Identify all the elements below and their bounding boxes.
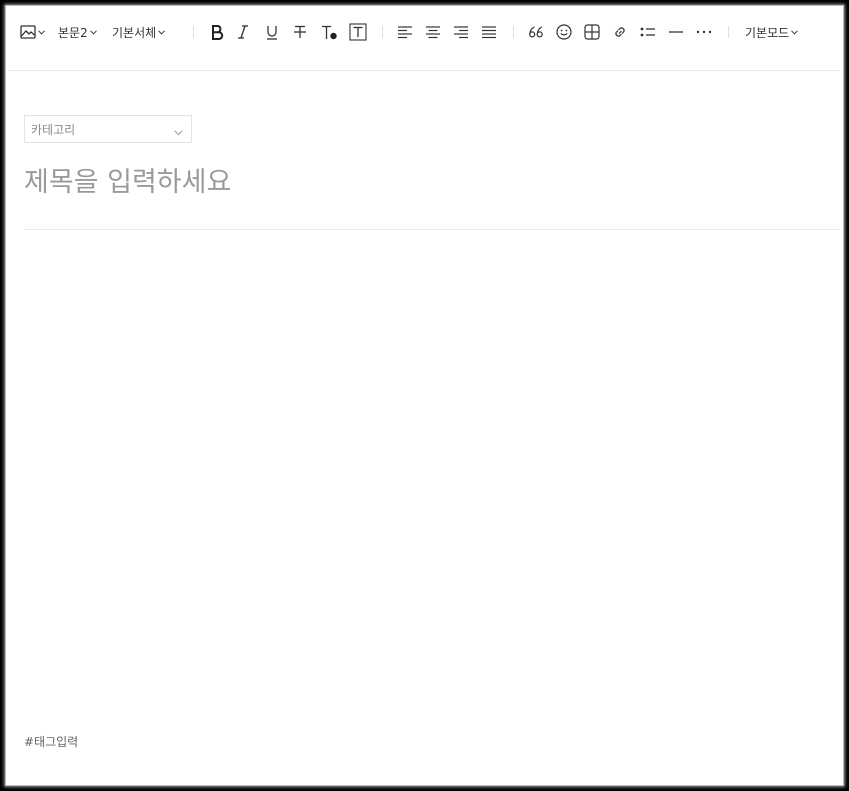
table-button[interactable] bbox=[583, 20, 601, 44]
emoji-icon bbox=[556, 24, 572, 40]
link-button[interactable] bbox=[611, 20, 629, 44]
strikethrough-icon bbox=[293, 24, 307, 40]
chevron-down-icon bbox=[158, 29, 166, 35]
font-family-label: 기본서체 bbox=[112, 25, 157, 40]
text-background-icon bbox=[349, 23, 367, 41]
table-icon bbox=[584, 24, 600, 40]
paragraph-style-dropdown[interactable]: 본문2 bbox=[58, 20, 97, 44]
bold-button[interactable] bbox=[208, 20, 226, 44]
text-color-icon bbox=[320, 24, 338, 40]
chevron-down-icon bbox=[174, 125, 183, 139]
font-family-dropdown[interactable]: 기본서체 bbox=[112, 20, 166, 44]
more-icon bbox=[696, 29, 712, 35]
editor: 본문2 기본서체 기본모드 카테고리 제목을 입력하세요 #태그입력 bbox=[8, 8, 840, 783]
underline-icon bbox=[265, 24, 279, 40]
toolbar-divider bbox=[193, 26, 194, 38]
toolbar-divider bbox=[513, 26, 514, 38]
category-select[interactable]: 카테고리 bbox=[24, 115, 192, 143]
more-button[interactable] bbox=[695, 20, 713, 44]
editor-toolbar: 본문2 기본서체 기본모드 bbox=[8, 8, 840, 71]
toolbar-divider bbox=[728, 26, 729, 38]
text-background-button[interactable] bbox=[348, 20, 368, 44]
strikethrough-button[interactable] bbox=[291, 20, 309, 44]
chevron-down-icon bbox=[791, 29, 799, 35]
chevron-down-icon bbox=[37, 29, 45, 35]
align-justify-button[interactable] bbox=[480, 20, 498, 44]
insert-image-button[interactable] bbox=[18, 20, 46, 44]
align-left-button[interactable] bbox=[396, 20, 414, 44]
align-right-button[interactable] bbox=[452, 20, 470, 44]
content-body[interactable] bbox=[24, 238, 824, 718]
italic-icon bbox=[236, 24, 250, 40]
align-justify-icon bbox=[481, 25, 497, 39]
emoji-button[interactable] bbox=[555, 20, 573, 44]
title-divider bbox=[24, 229, 840, 230]
text-color-button[interactable] bbox=[319, 20, 339, 44]
underline-button[interactable] bbox=[263, 20, 281, 44]
category-placeholder: 카테고리 bbox=[31, 122, 76, 137]
bold-icon bbox=[210, 24, 224, 40]
tag-input[interactable] bbox=[24, 732, 324, 752]
list-button[interactable] bbox=[639, 20, 657, 44]
image-icon bbox=[19, 24, 36, 40]
list-icon bbox=[640, 25, 656, 39]
align-right-icon bbox=[453, 25, 469, 39]
editor-mode-label: 기본모드 bbox=[745, 25, 790, 40]
screenshot-frame: 본문2 기본서체 기본모드 카테고리 제목을 입력하세요 #태그입력 bbox=[0, 0, 849, 791]
italic-button[interactable] bbox=[234, 20, 252, 44]
link-icon bbox=[612, 24, 628, 40]
paragraph-style-label: 본문2 bbox=[58, 25, 88, 40]
quote-icon bbox=[528, 25, 544, 39]
align-center-button[interactable] bbox=[424, 20, 442, 44]
divider-button[interactable] bbox=[667, 20, 685, 44]
align-left-icon bbox=[397, 25, 413, 39]
divider-icon bbox=[668, 25, 684, 39]
toolbar-divider bbox=[382, 26, 383, 38]
editor-mode-dropdown[interactable]: 기본모드 bbox=[745, 20, 799, 44]
align-center-icon bbox=[425, 25, 441, 39]
quote-button[interactable] bbox=[527, 20, 545, 44]
title-input[interactable] bbox=[24, 160, 824, 204]
chevron-down-icon bbox=[89, 29, 97, 35]
